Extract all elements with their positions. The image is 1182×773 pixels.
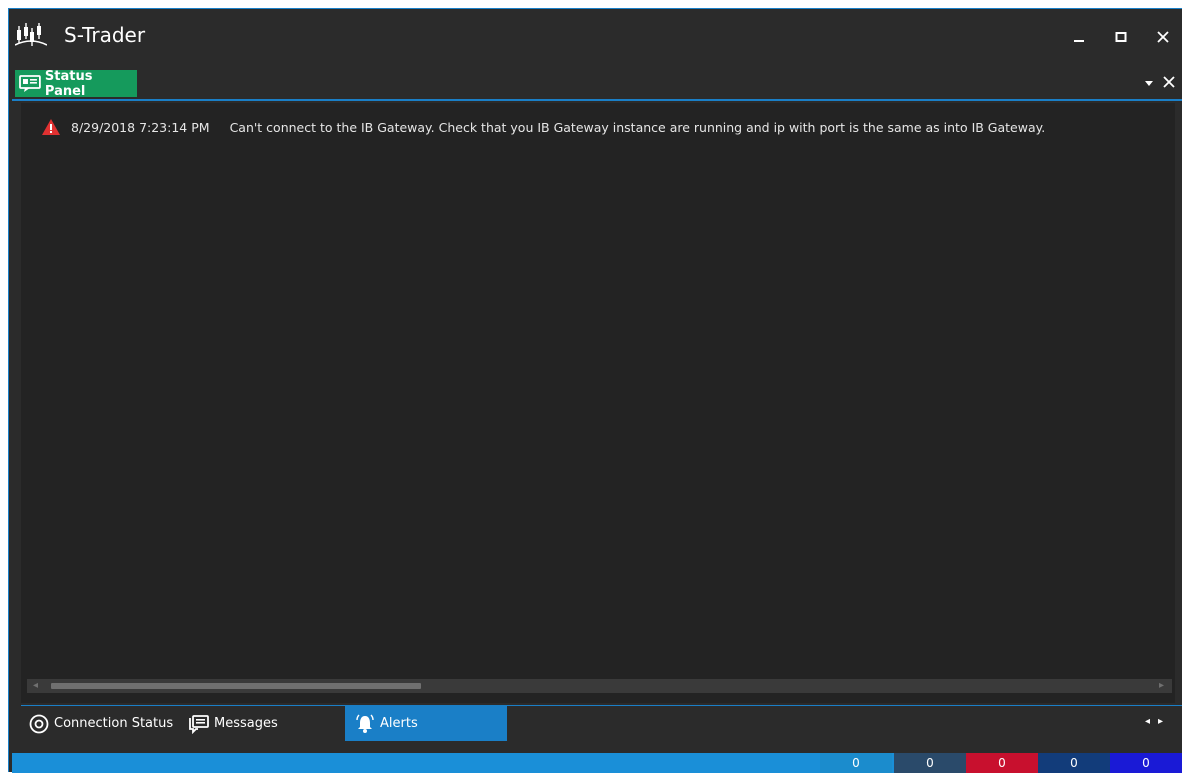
tab-scroll-arrows[interactable]: ◂▸ [1145,716,1171,727]
status-counter[interactable]: 0 [1038,753,1110,773]
status-panel-icon [19,74,41,92]
tab-label: Alerts [380,716,418,731]
bottom-tab-bar: Connection Status Messages Alerts ◂▸ [21,706,1182,742]
status-counter[interactable]: 0 [966,753,1038,773]
tab-label: Connection Status [54,716,174,731]
app-window: S-Trader Status Panel 8/29/2018 7:23:14 … [8,8,1182,773]
tab-status-panel[interactable]: Status Panel [15,68,137,99]
status-counter[interactable]: 0 [820,753,892,773]
scroll-left-icon[interactable]: ◂ [33,680,38,691]
candlestick-logo-icon [15,23,47,46]
panel-options-button[interactable] [1144,73,1158,87]
tab-status-panel-label: Status Panel [44,68,93,99]
panel-close-button[interactable] [1160,73,1178,91]
log-timestamp: 8/29/2018 7:23:14 PM [71,119,210,135]
maximize-icon [1115,32,1127,42]
log-list: 8/29/2018 7:23:14 PM Can't connect to th… [21,103,1175,703]
title-bar[interactable]: S-Trader [9,9,1182,65]
log-message: Can't connect to the IB Gateway. Check t… [229,119,1046,135]
messages-icon [189,714,209,734]
close-icon [1163,76,1175,88]
tab-alerts[interactable]: Alerts [345,706,507,741]
panel-divider [12,99,1182,101]
alerts-bell-icon [356,714,374,733]
minimize-button[interactable] [1059,21,1099,53]
dropdown-arrow-icon [1145,81,1153,86]
horizontal-scrollbar[interactable]: ◂ ▸ [27,679,1172,693]
tab-label: Messages [214,716,278,731]
connection-status-icon [29,714,49,733]
scrollbar-thumb[interactable] [51,683,421,689]
tab-messages[interactable]: Messages [189,706,299,741]
status-counter[interactable]: 0 [894,753,966,773]
tab-connection-status[interactable]: Connection Status [29,706,189,741]
close-window-button[interactable] [1143,21,1182,53]
maximize-button[interactable] [1101,21,1141,53]
list-item[interactable]: 8/29/2018 7:23:14 PM Can't connect to th… [21,117,1175,137]
status-counter[interactable]: 0 [1110,753,1182,773]
close-icon [1157,31,1169,43]
status-bar: 0 0 0 0 0 [12,753,1182,773]
app-title: S-Trader [64,23,146,47]
warning-icon [42,119,60,135]
minimize-icon [1074,40,1084,42]
scroll-right-icon[interactable]: ▸ [1159,680,1164,691]
